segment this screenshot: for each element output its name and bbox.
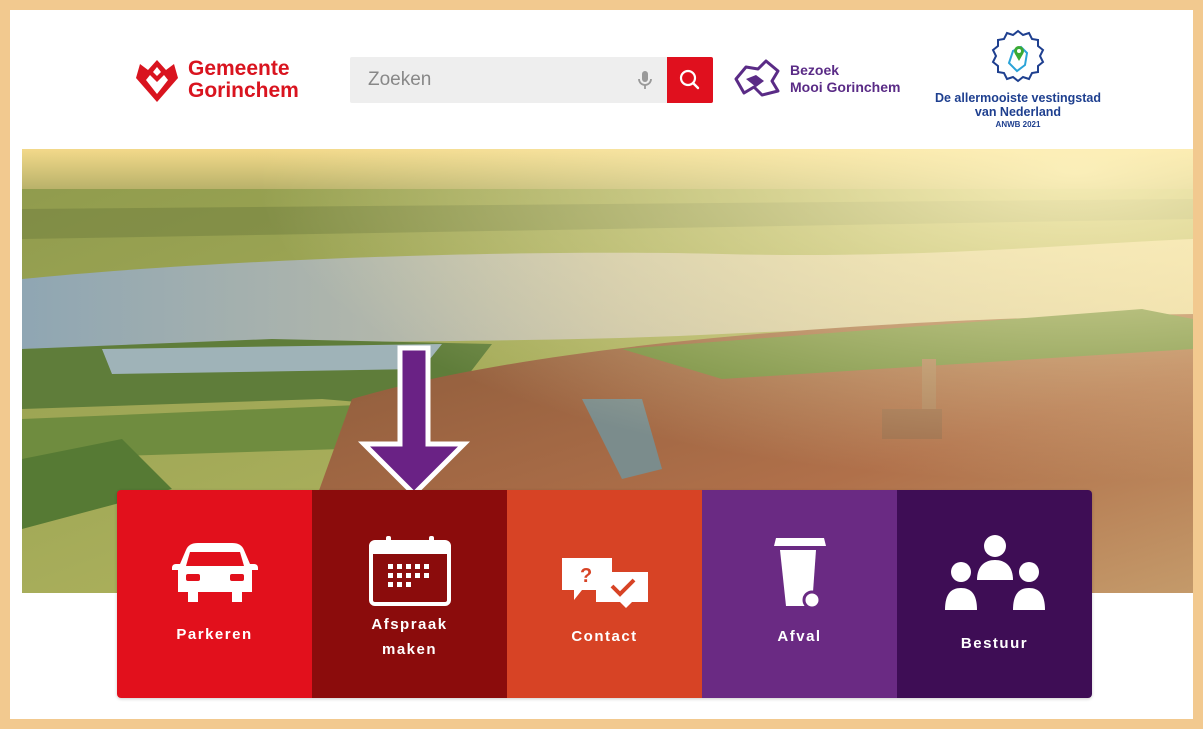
tile-label-parkeren: Parkeren (176, 626, 253, 643)
visit-line-2: Mooi Gorinchem (790, 79, 901, 95)
tile-bestuur[interactable]: Bestuur (897, 490, 1092, 698)
award-badge-icon (991, 29, 1045, 83)
search-bar (350, 57, 713, 103)
visit-line-1: Bezoek (790, 62, 840, 78)
people-group-icon (944, 535, 1045, 610)
tile-afspraak-maken[interactable]: Afspraak maken (312, 490, 507, 698)
tile-label-contact: Contact (571, 628, 638, 645)
gemeente-gorinchem-logo[interactable]: Gemeente Gorinchem (134, 54, 299, 106)
page-frame: Gemeente Gorinchem Bezoek Mooi Gorinchem (10, 10, 1193, 719)
car-icon (171, 543, 258, 602)
logo-text: Gemeente Gorinchem (188, 58, 299, 102)
calendar-icon (368, 536, 451, 606)
tile-label-afval: Afval (777, 628, 822, 645)
quick-links: Parkeren Afspraak maken ? Contact Afval … (117, 490, 1092, 698)
award-subtitle: van Nederland (974, 105, 1062, 119)
down-arrow-icon (357, 345, 471, 498)
tile-contact[interactable]: ? Contact (507, 490, 702, 698)
search-icon (679, 69, 700, 90)
anwb-award-badge[interactable]: De allermooiste vestingstad van Nederlan… (918, 27, 1118, 131)
visit-gorinchem-link[interactable]: Bezoek Mooi Gorinchem (732, 57, 900, 101)
logo-line-1: Gemeente (188, 57, 290, 80)
svg-text:?: ? (580, 565, 592, 587)
tile-label-afspraak-maken: Afspraak maken (371, 616, 448, 658)
tile-parkeren[interactable]: Parkeren (117, 490, 312, 698)
tile-afval[interactable]: Afval (702, 490, 897, 698)
search-button[interactable] (667, 57, 713, 103)
waste-bin-icon (773, 538, 826, 610)
tile-label-bestuur: Bestuur (960, 635, 1029, 652)
visit-logo-icon (734, 59, 780, 97)
award-year: ANWB 2021 (995, 120, 1041, 129)
visit-text: Bezoek Mooi Gorinchem (790, 62, 900, 96)
microphone-icon[interactable] (633, 68, 657, 92)
award-title: De allermooiste vestingstad (934, 91, 1102, 105)
chat-bubbles-icon: ? (561, 558, 648, 608)
search-input[interactable] (350, 57, 658, 103)
shield-logo-icon (136, 60, 178, 102)
logo-line-2: Gorinchem (188, 79, 299, 102)
